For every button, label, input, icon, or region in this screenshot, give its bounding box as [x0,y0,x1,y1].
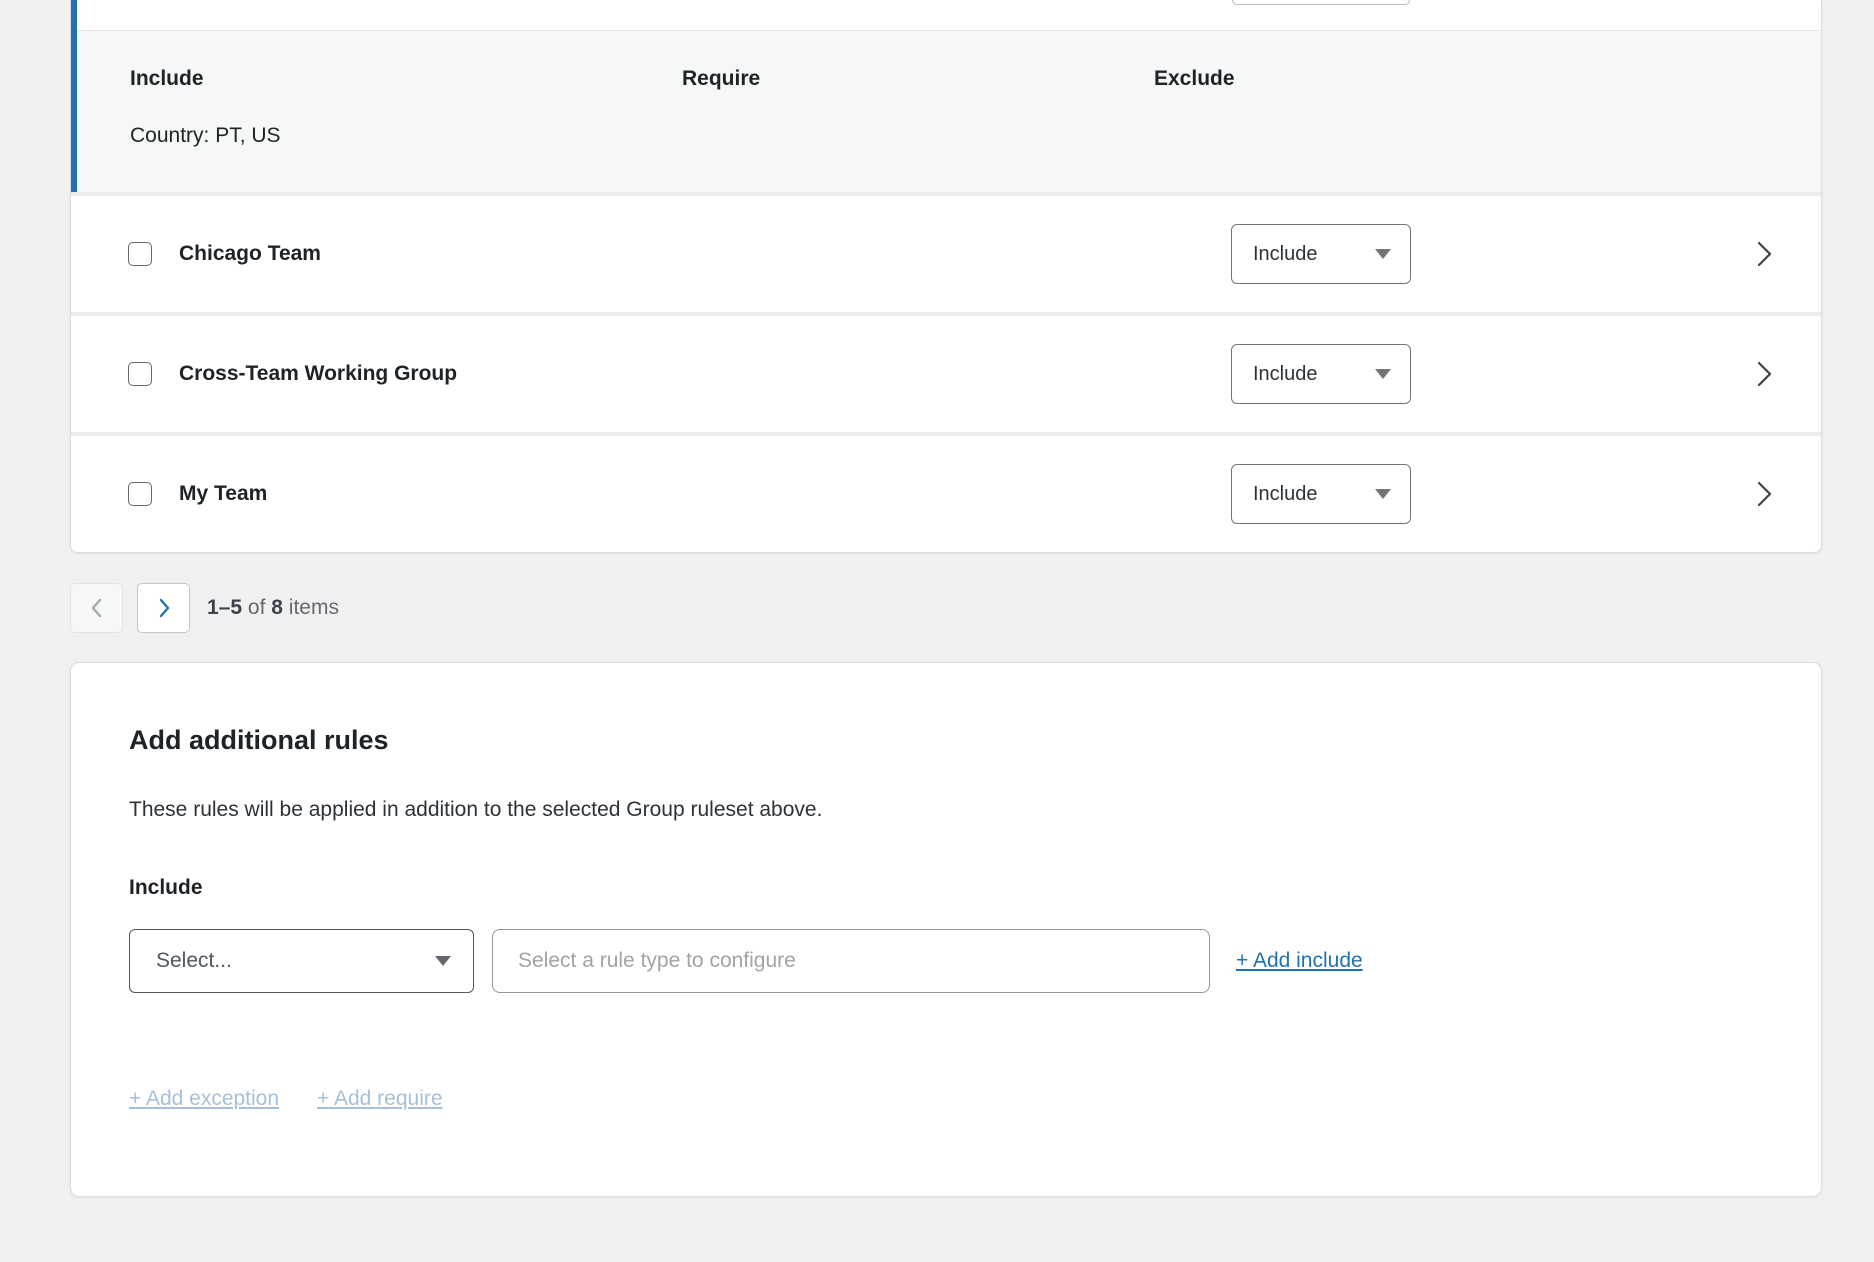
cutoff-dropdown-bottom-edge [1232,0,1410,5]
row-action-dropdown-value: Include [1253,483,1318,506]
include-column-header: Include [130,67,204,91]
expanded-group-row: Include Require Exclude Country: PT, US [71,0,1821,192]
rule-type-select-value: Select... [156,949,232,973]
row-checkbox[interactable] [128,362,152,386]
row-action-dropdown[interactable]: Include [1231,224,1411,284]
pagination-status: 1–5 of 8 items [207,596,339,620]
pagination-total: 8 [271,596,283,619]
chevron-left-icon [93,600,100,616]
chevron-right-icon [161,600,168,616]
triangle-down-icon [435,956,451,966]
group-row-my-team: My Team Include [71,436,1821,552]
pagination-items: items [289,596,339,619]
previous-page-button[interactable] [70,583,123,633]
page: Include Require Exclude Country: PT, US … [0,0,1874,1262]
next-page-button[interactable] [137,583,190,633]
pagination-of: of [248,596,266,619]
triangle-down-icon [1375,249,1391,259]
secondary-rule-links: + Add exception + Add require [129,1087,443,1111]
pagination-range: 1–5 [207,596,242,619]
row-action-dropdown-value: Include [1253,363,1318,386]
rule-type-select[interactable]: Select... [129,929,474,993]
rule-config-input[interactable] [492,929,1210,993]
group-ruleset-list-card: Include Require Exclude Country: PT, US … [70,0,1822,553]
include-section-label: Include [129,876,203,900]
exclude-column-header: Exclude [1154,67,1235,91]
include-rule-controls: Select... + Add include [129,929,1363,993]
row-checkbox[interactable] [128,482,152,506]
group-row-chicago-team: Chicago Team Include [71,196,1821,312]
include-column-value: Country: PT, US [130,124,281,148]
triangle-down-icon [1375,489,1391,499]
chevron-right-icon[interactable] [1754,239,1774,269]
ruleset-detail-panel: Include Require Exclude Country: PT, US [77,30,1821,192]
pagination: 1–5 of 8 items [70,583,339,633]
row-label: My Team [179,482,267,506]
row-action-dropdown[interactable]: Include [1231,464,1411,524]
require-column-header: Require [682,67,760,91]
row-label: Chicago Team [179,242,321,266]
add-exception-link[interactable]: + Add exception [129,1087,279,1111]
row-label: Cross-Team Working Group [179,362,457,386]
chevron-right-icon[interactable] [1754,479,1774,509]
add-include-link[interactable]: + Add include [1236,949,1363,973]
chevron-right-icon[interactable] [1754,359,1774,389]
group-row-cross-team-working-group: Cross-Team Working Group Include [71,316,1821,432]
row-action-dropdown[interactable]: Include [1231,344,1411,404]
add-require-link[interactable]: + Add require [317,1087,443,1111]
triangle-down-icon [1375,369,1391,379]
card-description: These rules will be applied in addition … [129,798,822,822]
row-action-dropdown-value: Include [1253,243,1318,266]
add-additional-rules-card: Add additional rules These rules will be… [70,662,1822,1197]
card-title: Add additional rules [129,725,389,756]
row-checkbox[interactable] [128,242,152,266]
